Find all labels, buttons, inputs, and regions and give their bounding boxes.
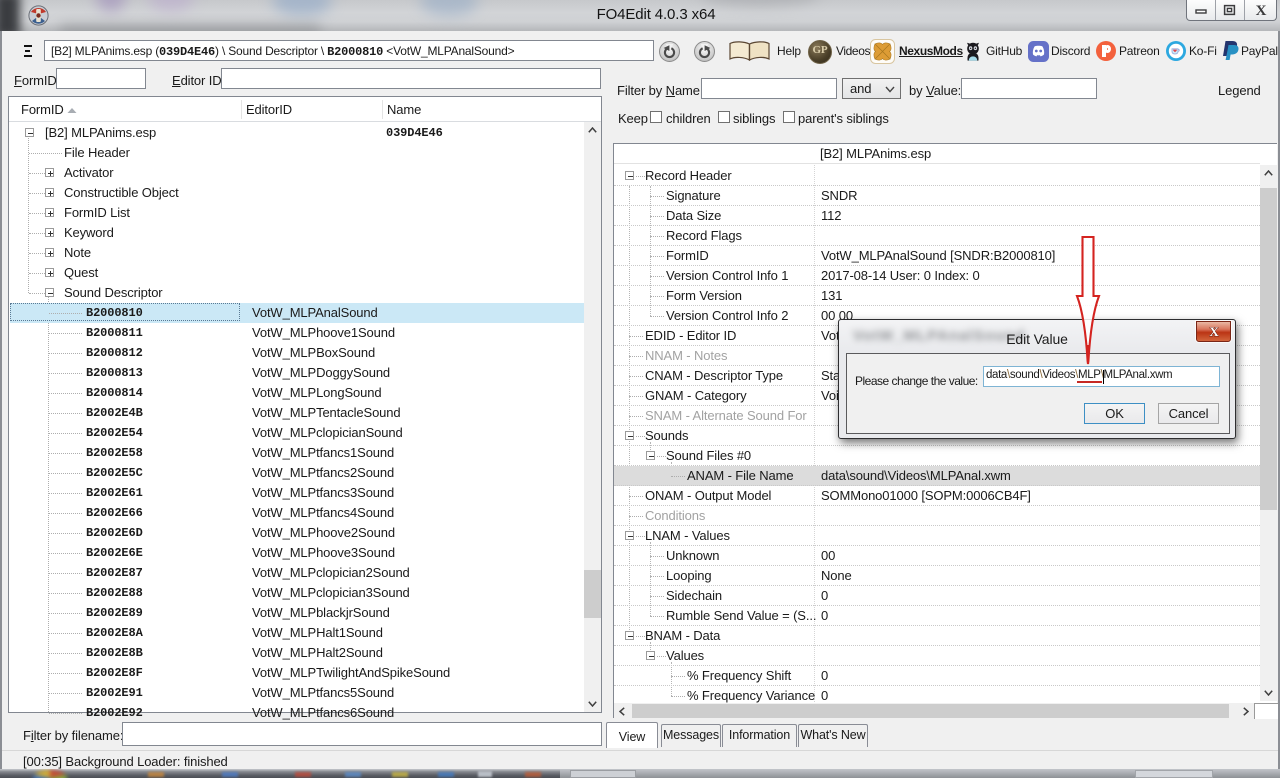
svg-text:X: X <box>1209 325 1219 338</box>
svg-text:X: X <box>1256 3 1267 17</box>
